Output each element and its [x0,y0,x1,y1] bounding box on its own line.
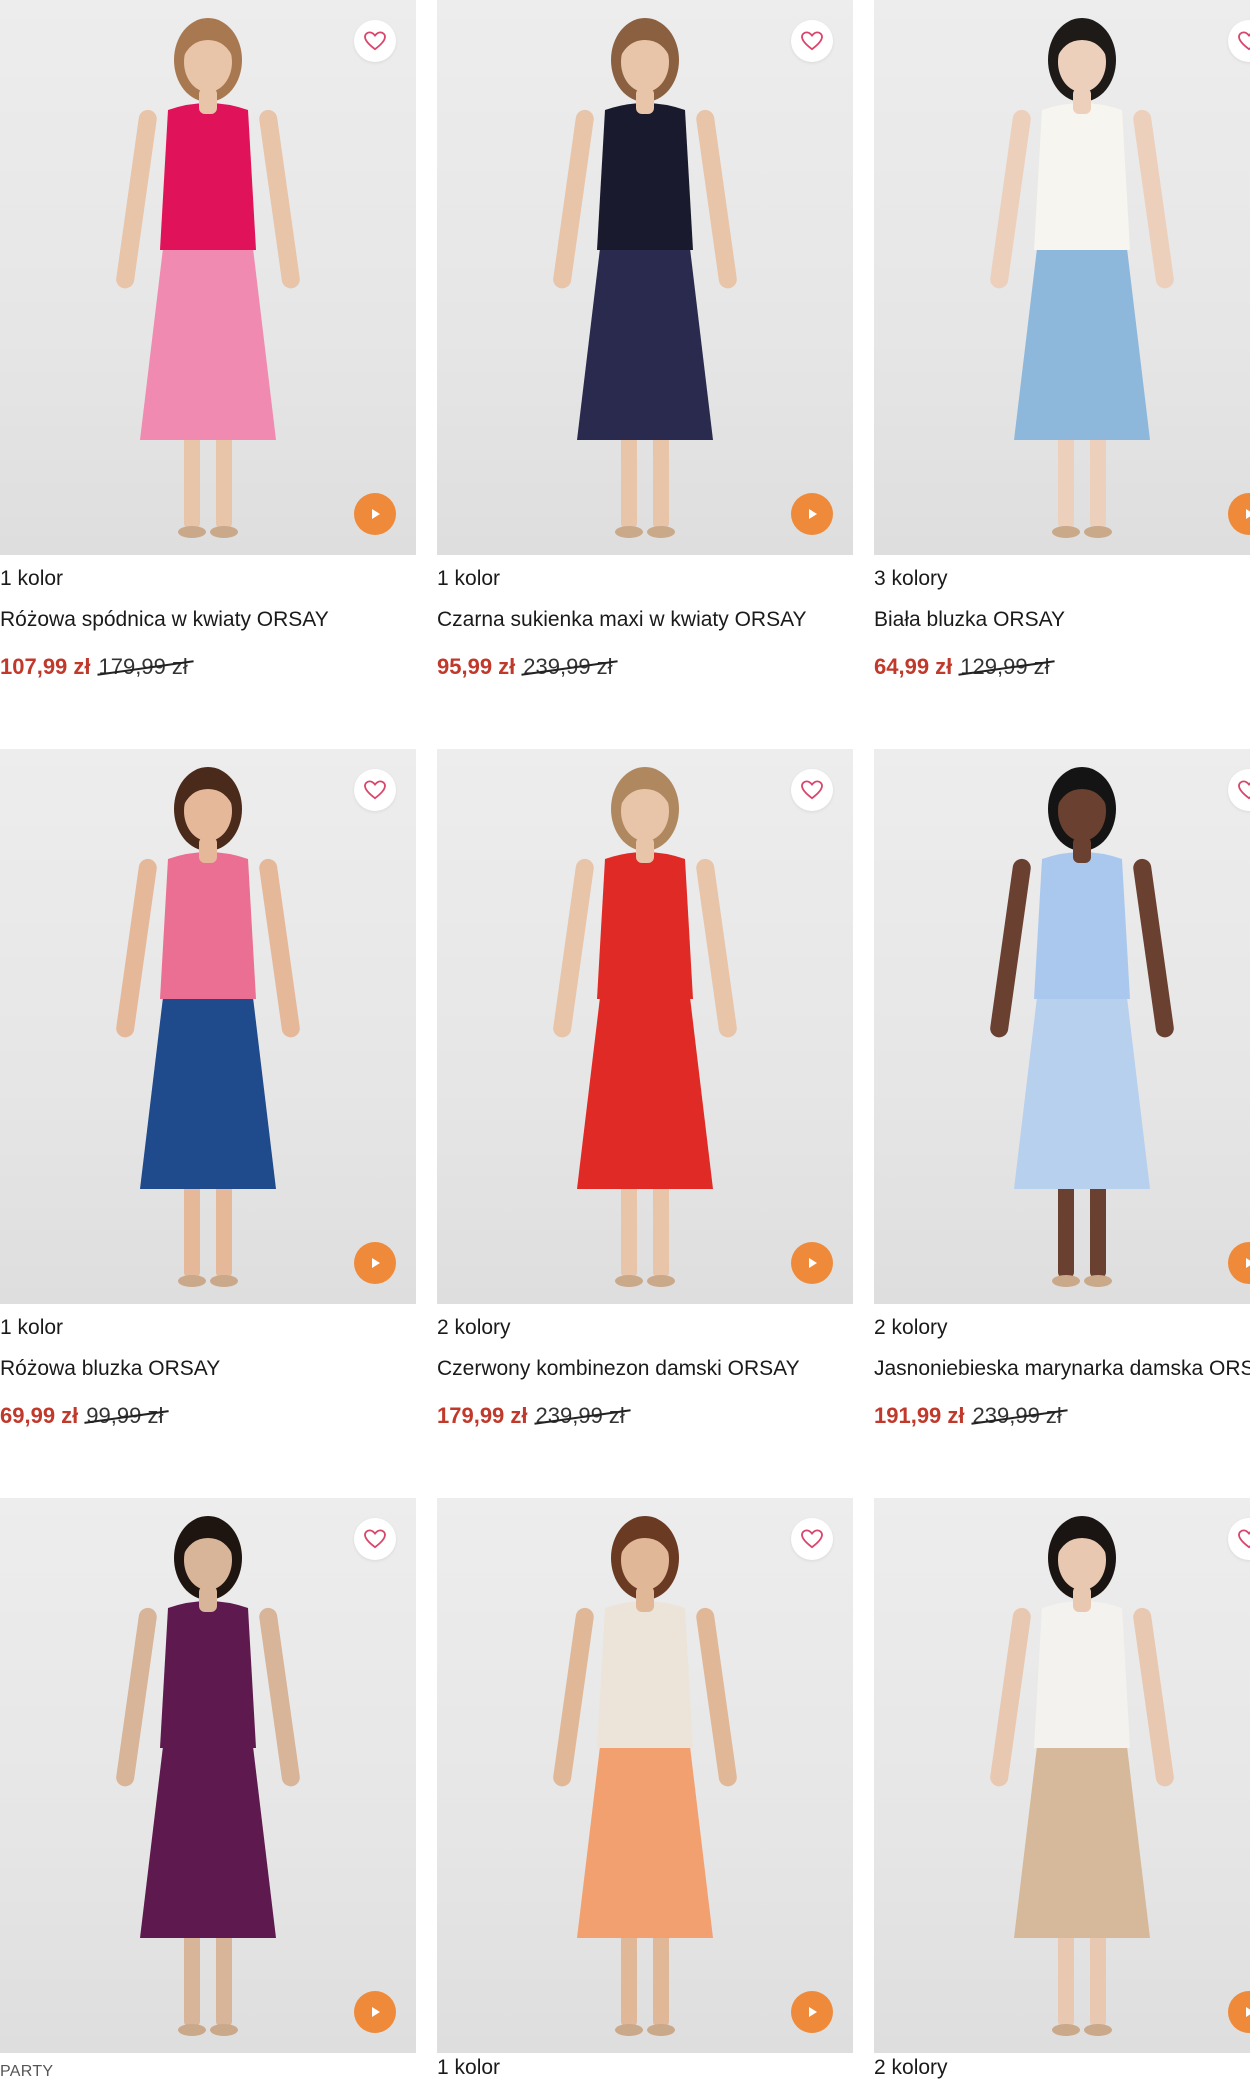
model-photo [553,1516,737,2036]
color-count: 2 kolory [437,1316,511,1339]
sale-price: 69,99 zł [0,1403,79,1428]
color-count: 2 kolory [874,1316,948,1339]
product-image[interactable] [437,1498,853,2053]
product-title[interactable]: Czarna sukienka maxi w kwiaty ORSAY [437,608,807,632]
model-photo [116,18,300,538]
video-play-button[interactable] [354,493,396,535]
product-title[interactable]: Biała bluzka ORSAY [874,608,1065,632]
video-play-button[interactable] [354,1242,396,1284]
old-price: 179,99 zł [98,654,188,679]
video-play-button[interactable] [791,1242,833,1284]
heart-icon [801,1529,823,1549]
play-icon [1246,1258,1250,1268]
play-icon [809,1258,817,1268]
product-image[interactable] [874,1498,1250,2053]
old-price: 129,99 zł [960,654,1050,679]
product-image[interactable] [0,749,416,1304]
price: 107,99 zł 179,99 zł [0,654,188,680]
price: 191,99 zł 239,99 zł [874,1403,1062,1429]
product-title[interactable]: Różowa bluzka ORSAY [0,1357,220,1381]
heart-icon [1238,31,1250,51]
play-icon [1246,509,1250,519]
model-photo [116,1516,300,2036]
color-count: 1 kolor [0,567,64,590]
sale-price: 179,99 zł [437,1403,528,1428]
color-count: 1 kolor [437,2056,501,2079]
wishlist-button[interactable] [791,20,833,62]
heart-icon [1238,1529,1250,1549]
model-photo [990,1516,1174,2036]
price: 64,99 zł 129,99 zł [874,654,1050,680]
old-price: 239,99 zł [972,1403,1062,1428]
wishlist-button[interactable] [791,1518,833,1560]
model-photo [990,18,1174,538]
play-icon [809,509,817,519]
play-icon [1246,2007,1250,2017]
play-icon [372,509,380,519]
heart-icon [364,780,386,800]
product-image[interactable] [437,0,853,555]
heart-icon [801,31,823,51]
sale-price: 107,99 zł [0,654,91,679]
product-image[interactable] [874,0,1250,555]
product-title[interactable]: Jasnoniebieska marynarka damska ORSAY [874,1357,1250,1381]
model-photo [553,18,737,538]
heart-icon [364,31,386,51]
product-image[interactable] [0,0,416,555]
price: 95,99 zł 239,99 zł [437,654,613,680]
video-play-button[interactable] [354,1991,396,2033]
sale-price: 191,99 zł [874,1403,965,1428]
heart-icon [801,780,823,800]
wishlist-button[interactable] [354,20,396,62]
play-icon [372,2007,380,2017]
price: 69,99 zł 99,99 zł [0,1403,163,1429]
wishlist-button[interactable] [354,1518,396,1560]
price: 179,99 zł 239,99 zł [437,1403,625,1429]
product-image[interactable] [874,749,1250,1304]
video-play-button[interactable] [791,1991,833,2033]
old-price: 239,99 zł [523,654,613,679]
model-photo [553,767,737,1287]
wishlist-button[interactable] [354,769,396,811]
party-badge: PARTY [0,2063,54,2080]
play-icon [372,1258,380,1268]
model-photo [990,767,1174,1287]
video-play-button[interactable] [791,493,833,535]
sale-price: 95,99 zł [437,654,516,679]
play-icon [809,2007,817,2017]
old-price: 239,99 zł [535,1403,625,1428]
product-title[interactable]: Różowa spódnica w kwiaty ORSAY [0,608,329,632]
product-image[interactable] [437,749,853,1304]
heart-icon [364,1529,386,1549]
color-count: 1 kolor [437,567,501,590]
model-photo [116,767,300,1287]
product-title[interactable]: Czerwony kombinezon damski ORSAY [437,1357,800,1381]
color-count: 1 kolor [0,1316,64,1339]
sale-price: 64,99 zł [874,654,953,679]
product-image[interactable] [0,1498,416,2053]
color-count: 3 kolory [874,567,948,590]
heart-icon [1238,780,1250,800]
old-price: 99,99 zł [86,1403,164,1428]
wishlist-button[interactable] [791,769,833,811]
color-count: 2 kolory [874,2056,948,2079]
